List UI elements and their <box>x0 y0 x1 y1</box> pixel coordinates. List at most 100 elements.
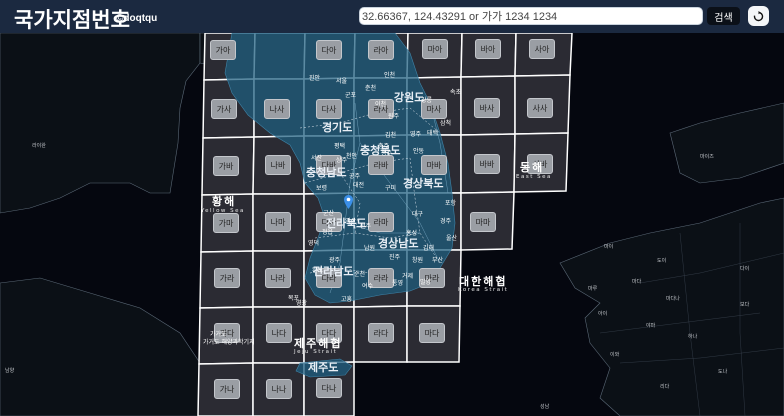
region-label: 경상남도 <box>378 237 419 250</box>
city-label: 춘천 <box>365 85 377 92</box>
place-label: 이와 <box>610 352 620 358</box>
city-label: 남원 <box>364 245 376 252</box>
city-label: 익산 <box>345 218 357 225</box>
grid-cell-button[interactable]: 라바 <box>368 155 394 175</box>
grid-cell-button[interactable]: 가나 <box>214 379 240 399</box>
city-label: 울산 <box>446 235 458 242</box>
map-view[interactable]: 가아 다아 라아 마아 바아 사아 가사 나사 다사 라사 마사 바사 사사 가… <box>0 33 784 416</box>
grid-cell-button[interactable]: 라다 <box>368 323 394 343</box>
grid-cell-button[interactable]: 사사 <box>527 98 553 118</box>
location-marker-icon[interactable] <box>344 195 353 209</box>
region-label: 충청남도 <box>306 166 347 179</box>
place-label: 마다 <box>632 279 642 285</box>
place-label: 도나 <box>718 369 728 375</box>
grid-cell-button[interactable]: 라아 <box>368 40 394 60</box>
city-label: 서울 <box>336 78 348 85</box>
grid-cell-button[interactable]: 바아 <box>475 39 501 59</box>
grid-cell-button[interactable]: 사아 <box>529 39 555 59</box>
city-label: 영주 <box>410 131 422 138</box>
place-label: 리다 <box>660 384 670 390</box>
sea-label: 황해 <box>212 195 237 208</box>
grid-cell-button[interactable]: 나마 <box>265 212 291 232</box>
city-label: 경주 <box>440 218 452 225</box>
city-label: 삼척 <box>440 120 452 127</box>
credit-text: ©doqtqu <box>116 13 158 24</box>
region-label: 경기도 <box>322 121 353 134</box>
place-label: 라이완 <box>32 143 46 149</box>
city-label: 포항 <box>445 200 457 207</box>
city-label: 김천 <box>385 132 397 139</box>
city-label: 안동 <box>413 148 425 155</box>
grid-cell-button[interactable]: 나다 <box>266 323 292 343</box>
place-label: 마다나 <box>666 296 680 302</box>
city-label: 창원 <box>412 257 424 264</box>
city-label: 대전 <box>353 182 365 189</box>
place-label: 하나 <box>688 334 698 340</box>
sea-sublabel: Korea Strait <box>458 287 509 293</box>
refresh-icon <box>753 11 764 22</box>
city-label: 군포 <box>345 92 357 99</box>
sea-sublabel: East Sea <box>516 174 552 180</box>
grid-cell-button[interactable]: 나나 <box>266 379 292 399</box>
city-label: 여수 <box>362 283 374 290</box>
grid-cell-button[interactable]: 나바 <box>265 155 291 175</box>
region-label: 제주도 <box>308 361 339 374</box>
place-label: 성남 <box>540 404 550 410</box>
grid-cell-button[interactable]: 다사 <box>316 99 342 119</box>
city-label: 완도 <box>312 267 324 274</box>
city-label: 김해 <box>423 245 435 252</box>
place-label: 보다 <box>740 302 750 308</box>
city-label: 보령 <box>316 185 328 192</box>
grid-cell-button[interactable]: 가바 <box>213 156 239 176</box>
grid-cell-button[interactable]: 마다 <box>419 323 445 343</box>
city-label: 원주 <box>388 113 400 120</box>
grid-cell-button[interactable]: 마바 <box>421 155 447 175</box>
city-label: 구미 <box>385 185 397 192</box>
city-label: 진안 <box>309 75 321 82</box>
city-label: 순천 <box>354 271 366 278</box>
place-label: 다이 <box>740 266 750 272</box>
city-label: 부산 <box>432 257 444 264</box>
grid-cell-button[interactable]: 바사 <box>474 98 500 118</box>
grid-cell-button[interactable]: 바바 <box>474 154 500 174</box>
region-label: 경상북도 <box>403 177 444 190</box>
sea-sublabel: Jeju Strait <box>294 349 338 355</box>
grid-cell-button[interactable]: 나사 <box>264 99 290 119</box>
app-title: 국가지점번호 <box>14 8 130 32</box>
city-label: 진주 <box>389 254 401 261</box>
grid-cell-button[interactable]: 라마 <box>368 212 394 232</box>
grid-cell-button[interactable]: 가라 <box>214 268 240 288</box>
city-label: 충주 <box>378 143 390 150</box>
place-label: 마이즈 <box>700 154 714 160</box>
city-label: 군산 <box>323 210 335 217</box>
place-label: 도이 <box>657 258 667 264</box>
place-label: 아이 <box>598 311 608 317</box>
city-label: 속초 <box>450 89 462 96</box>
search-input[interactable] <box>359 7 703 25</box>
sea-label: 동해 <box>520 161 545 174</box>
grid-cell-button[interactable]: 다나 <box>316 378 342 398</box>
grid-cell-button[interactable]: 다아 <box>316 40 342 60</box>
grid-cell-button[interactable]: 나라 <box>265 268 291 288</box>
city-label: 전주 <box>360 223 372 230</box>
city-label: 인천 <box>384 72 396 79</box>
grid-cell-button[interactable]: 가아 <box>210 40 236 60</box>
city-label: 영덕 <box>308 240 320 247</box>
reset-button[interactable] <box>748 6 769 26</box>
place-label: 마이 <box>604 244 614 250</box>
search-button[interactable]: 검색 <box>707 7 740 25</box>
grid-cell-button[interactable]: 가마 <box>213 213 239 233</box>
city-label: 공주 <box>349 173 361 180</box>
city-label: 서산 <box>311 155 323 162</box>
grid-cell-button[interactable]: 마아 <box>422 39 448 59</box>
city-label: 고흥 <box>341 296 353 303</box>
city-label: 대구 <box>412 211 424 218</box>
place-label: 남양 <box>5 368 15 374</box>
grid-cell-button[interactable]: 마마 <box>470 212 496 232</box>
city-label: 태백 <box>427 130 439 137</box>
city-label: 통영 <box>392 280 404 287</box>
city-label: 홍성 <box>406 230 418 237</box>
grid-cell-button[interactable]: 가사 <box>211 99 237 119</box>
place-label: 가거도 해양과학기지 <box>203 339 255 346</box>
city-label: 천안 <box>346 153 358 160</box>
